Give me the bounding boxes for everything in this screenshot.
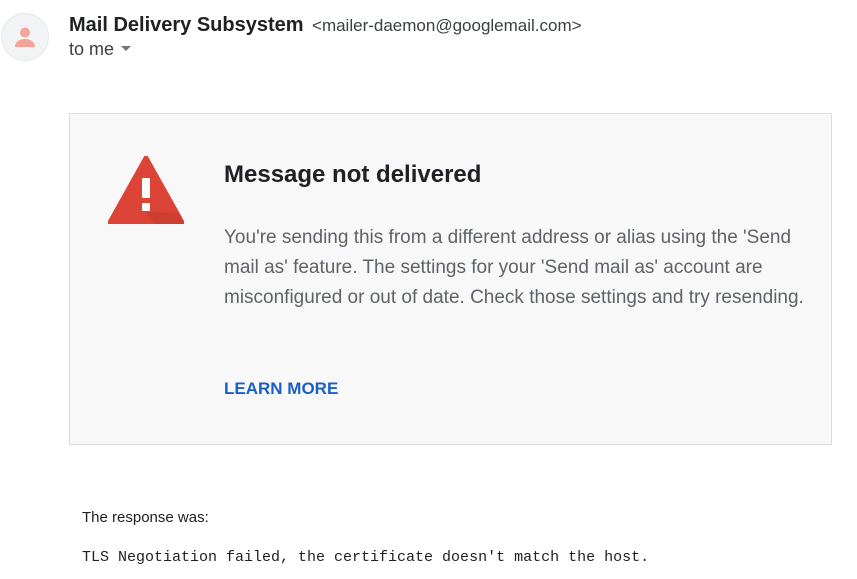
learn-more-link[interactable]: LEARN MORE (224, 377, 338, 401)
notice-body: You're sending this from a different add… (224, 227, 804, 308)
delivery-failure-notice: Message not delivered You're sending thi… (69, 113, 832, 445)
sender-avatar[interactable] (1, 13, 49, 61)
recipient-label: to me (69, 39, 115, 59)
sender-line: Mail Delivery Subsystem <mailer-daemon@g… (69, 13, 582, 39)
notice-title: Message not delivered (224, 161, 482, 188)
response-label: The response was: (82, 509, 209, 526)
sender-email: <mailer-daemon@googlemail.com> (312, 16, 582, 35)
response-text: TLS Negotiation failed, the certificate … (82, 549, 650, 566)
warning-triangle-icon (108, 156, 184, 224)
sender-name[interactable]: Mail Delivery Subsystem (69, 14, 304, 36)
caret-down-icon[interactable] (121, 45, 132, 51)
person-icon (15, 27, 35, 47)
recipient-details-toggle[interactable]: to me (69, 38, 132, 60)
